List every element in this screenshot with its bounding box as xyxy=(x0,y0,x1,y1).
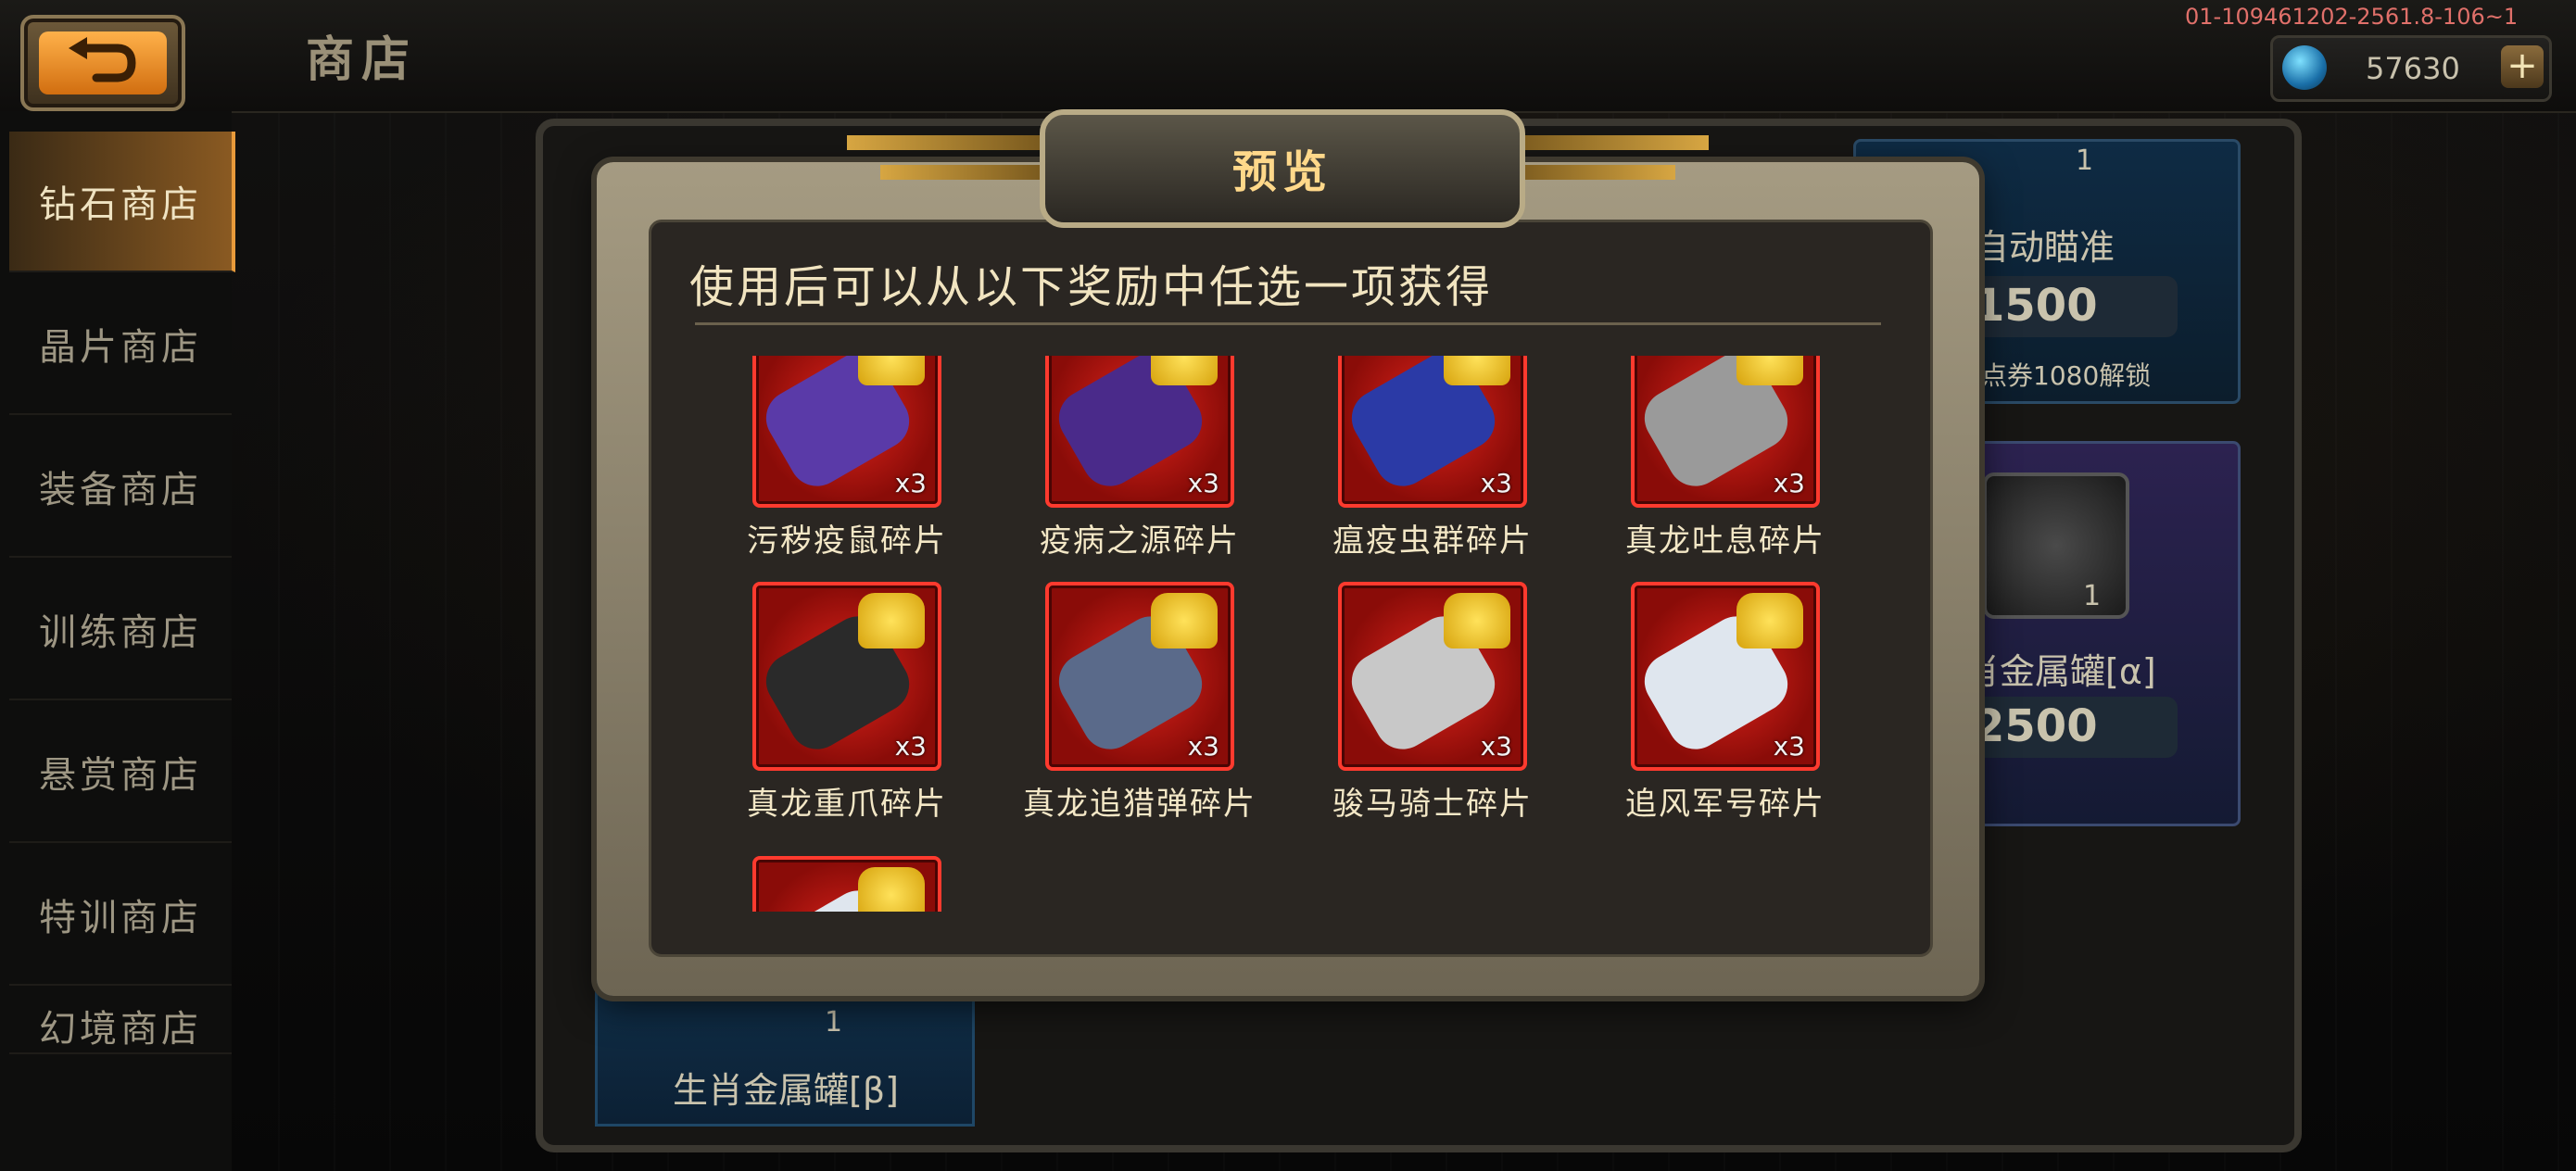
reward-count: x3 xyxy=(894,731,927,762)
back-arrow-icon xyxy=(69,37,136,82)
debug-code: 01-109461202-2561.8-106~1 xyxy=(2185,4,2519,30)
currency-value: 57630 xyxy=(2366,51,2460,86)
modal-subtitle: 使用后可以从以下奖励中任选一项获得 xyxy=(689,261,1494,313)
top-bar: 商店 01-109461202-2561.8-106~1 57630 + xyxy=(0,0,2576,113)
diamond-icon xyxy=(2282,45,2327,90)
reward-item[interactable] xyxy=(726,856,967,912)
reward-count: x3 xyxy=(1773,468,1805,498)
shop-card-count: 1 xyxy=(2083,580,2102,612)
fragment-puzzle-icon xyxy=(1151,593,1218,648)
reward-count: x3 xyxy=(1187,731,1219,762)
sidebar: 钻石商店 晶片商店 装备商店 训练商店 悬赏商店 特训商店 幻境商店 xyxy=(0,111,235,1171)
reward-name: 真龙追猎弹碎片 xyxy=(1023,786,1256,823)
reward-icon: x3 xyxy=(1338,356,1527,508)
reward-item[interactable]: x3 真龙重爪碎片 xyxy=(726,582,967,824)
reward-item[interactable]: x3 瘟疫虫群碎片 xyxy=(1312,356,1553,560)
reward-name: 污秽疫鼠碎片 xyxy=(747,523,947,560)
shop-card-price: 2500 xyxy=(1974,700,2098,752)
header-wing-left xyxy=(847,135,1042,150)
reward-count: x3 xyxy=(894,468,927,498)
reward-name: 真龙吐息碎片 xyxy=(1625,523,1825,560)
reward-count: x3 xyxy=(1480,468,1512,498)
metal-can-icon xyxy=(1983,472,2129,619)
reward-icon: x3 xyxy=(1631,356,1820,508)
reward-name: 骏马骑士碎片 xyxy=(1332,786,1533,823)
shop-card-name: 生肖金属罐[β] xyxy=(673,1070,899,1111)
shop-card-unlock-text: 值点券1080解锁 xyxy=(1955,360,2152,391)
add-currency-button[interactable]: + xyxy=(2501,45,2544,88)
reward-count: x3 xyxy=(1773,731,1805,762)
reward-name: 疫病之源碎片 xyxy=(1040,523,1240,560)
reward-name: 瘟疫虫群碎片 xyxy=(1332,523,1533,560)
reward-grid: x3 污秽疫鼠碎片 x3 疫病之源碎片 x3 瘟疫虫群碎片 x3 真龙吐息碎片 xyxy=(686,356,1890,912)
reward-count: x3 xyxy=(1187,468,1219,498)
fragment-puzzle-icon xyxy=(1444,356,1510,385)
reward-item[interactable]: x3 追风军号碎片 xyxy=(1605,582,1846,824)
back-button[interactable] xyxy=(20,15,185,111)
fragment-puzzle-icon xyxy=(1444,593,1510,648)
reward-count: x3 xyxy=(1480,731,1512,762)
shop-card-name: 肖金属罐[α] xyxy=(1964,651,2156,692)
reward-name: 追风军号碎片 xyxy=(1625,786,1825,823)
fragment-puzzle-icon xyxy=(1736,356,1803,385)
sidebar-item-bounty-shop[interactable]: 悬赏商店 xyxy=(9,702,232,843)
header-wing-left xyxy=(880,165,1042,180)
fragment-puzzle-icon xyxy=(1151,356,1218,385)
reward-icon: x3 xyxy=(752,582,941,771)
reward-icon: x3 xyxy=(1045,582,1234,771)
header-wing-right xyxy=(1514,165,1675,180)
fragment-puzzle-icon xyxy=(1736,593,1803,648)
shop-card-price: 1500 xyxy=(1974,280,2098,332)
page-title: 商店 xyxy=(306,32,418,88)
reward-name: 真龙重爪碎片 xyxy=(747,786,947,823)
divider xyxy=(695,322,1881,325)
sidebar-item-equipment-shop[interactable]: 装备商店 xyxy=(9,417,232,558)
sidebar-item-illusion-shop[interactable]: 幻境商店 xyxy=(9,988,232,1054)
sidebar-item-diamond-shop[interactable]: 钻石商店 xyxy=(9,132,235,272)
reward-icon: x3 xyxy=(1338,582,1527,771)
shop-card-count: 1 xyxy=(825,1006,843,1039)
reward-item[interactable]: x3 真龙追猎弹碎片 xyxy=(1019,582,1260,824)
reward-item[interactable]: x3 骏马骑士碎片 xyxy=(1312,582,1553,824)
currency-box: 57630 + xyxy=(2270,35,2552,102)
reward-icon xyxy=(752,856,941,912)
reward-item[interactable]: x3 污秽疫鼠碎片 xyxy=(726,356,967,560)
shop-card-name: 自动瞄准 xyxy=(1974,227,2115,268)
reward-item[interactable]: x3 疫病之源碎片 xyxy=(1019,356,1260,560)
reward-icon: x3 xyxy=(1631,582,1820,771)
reward-item[interactable]: x3 真龙吐息碎片 xyxy=(1605,356,1846,560)
modal-title: 预览 xyxy=(1231,146,1332,198)
fragment-puzzle-icon xyxy=(858,593,925,648)
sidebar-item-training-shop[interactable]: 训练商店 xyxy=(9,560,232,700)
header-wing-right xyxy=(1514,135,1709,150)
sidebar-item-chip-shop[interactable]: 晶片商店 xyxy=(9,274,232,415)
shop-card-count: 1 xyxy=(2076,145,2094,177)
fragment-puzzle-icon xyxy=(858,356,925,385)
fragment-puzzle-icon xyxy=(858,867,925,912)
reward-icon: x3 xyxy=(752,356,941,508)
reward-icon: x3 xyxy=(1045,356,1234,508)
sidebar-item-special-training-shop[interactable]: 特训商店 xyxy=(9,845,232,986)
